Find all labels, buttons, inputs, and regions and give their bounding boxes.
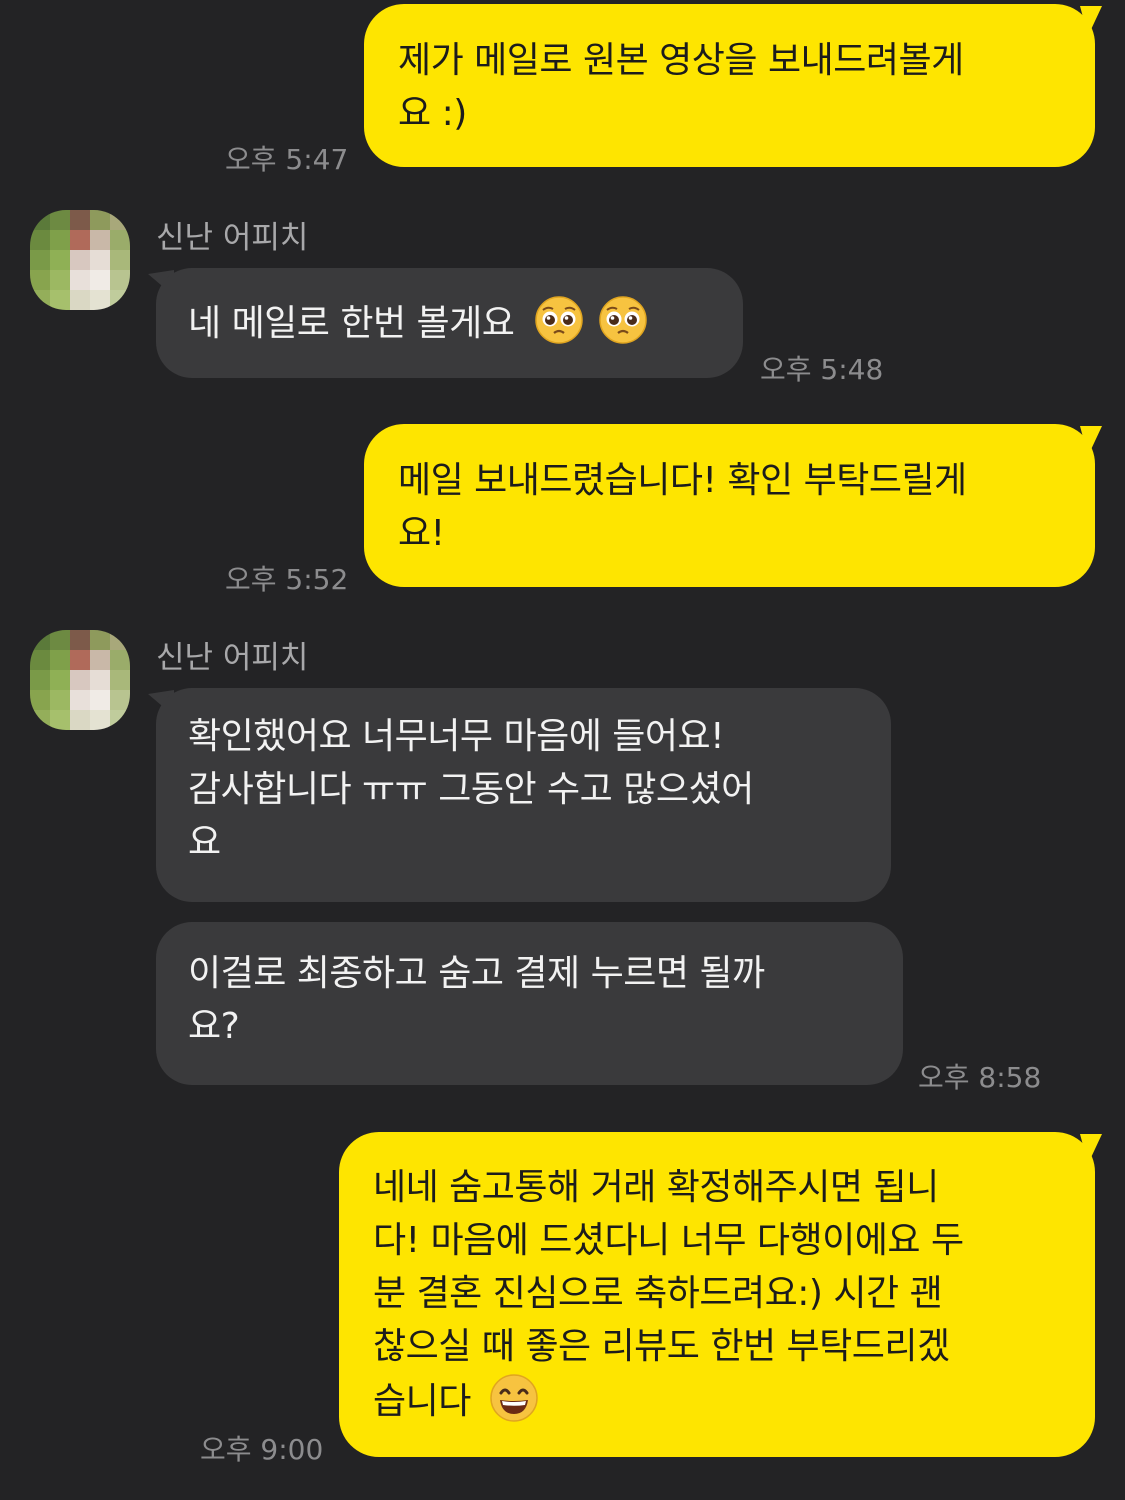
sender-name: 신난 어피치 (156, 640, 309, 676)
received-message-bubble[interactable]: 네 메일로 한번 볼게요 (156, 268, 743, 378)
bubble-tail (1080, 426, 1102, 456)
sender-avatar[interactable] (30, 210, 130, 310)
received-message-bubble[interactable]: 확인했어요 너무너무 마음에 들어요! 감사합니다 ㅠㅠ 그동안 수고 많으셨어… (156, 688, 891, 902)
message-timestamp: 오후 9:00 (200, 1433, 324, 1466)
message-timestamp: 오후 8:58 (918, 1061, 1042, 1094)
sent-message-bubble[interactable]: 메일 보내드렸습니다! 확인 부탁드릴게 요! (364, 424, 1095, 587)
pleading-face-icon (534, 295, 584, 345)
message-timestamp: 오후 5:52 (225, 563, 349, 596)
bubble-tail (1080, 6, 1102, 36)
bubble-tail (1080, 1134, 1102, 1164)
message-text: 네 메일로 한번 볼게요 (188, 303, 515, 344)
pleading-face-icon (598, 295, 648, 345)
sent-message-bubble[interactable]: 네네 숨고통해 거래 확정해주시면 됩니 다! 마음에 드셨다니 너무 다행이에… (339, 1132, 1095, 1457)
message-text: 네네 숨고통해 거래 확정해주시면 됩니 다! 마음에 드셨다니 너무 다행이에… (373, 1167, 964, 1422)
sent-message-bubble[interactable]: 제가 메일로 원본 영상을 보내드려볼게 요 :) (364, 4, 1095, 167)
grinning-face-icon (489, 1373, 539, 1423)
message-timestamp: 오후 5:47 (225, 143, 349, 176)
sender-avatar[interactable] (30, 630, 130, 730)
sender-name: 신난 어피치 (156, 220, 309, 256)
received-message-bubble[interactable]: 이걸로 최종하고 숨고 결제 누르면 될까 요? (156, 922, 903, 1085)
message-timestamp: 오후 5:48 (760, 353, 884, 386)
